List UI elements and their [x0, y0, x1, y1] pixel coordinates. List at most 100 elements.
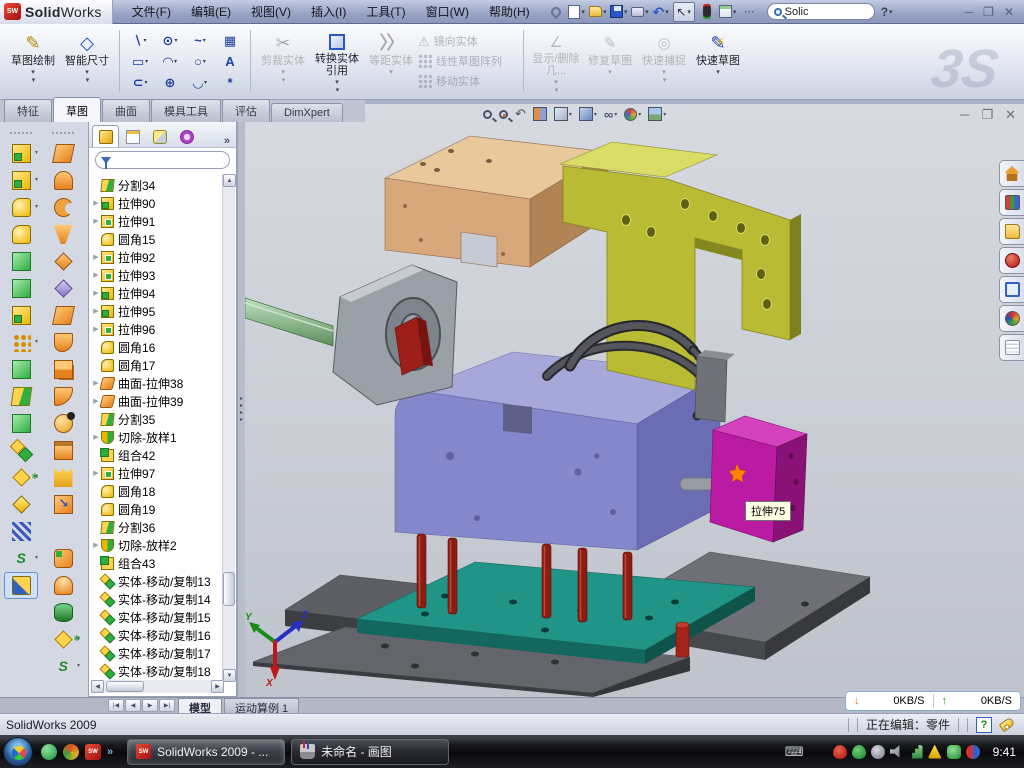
- menu-item[interactable]: 插入(I): [302, 0, 355, 23]
- tree-item[interactable]: ▶ 拉伸97: [91, 464, 223, 482]
- open-button[interactable]: [589, 3, 607, 21]
- print-button[interactable]: [631, 3, 649, 21]
- freeform-icon[interactable]: [46, 275, 80, 302]
- tag-icon[interactable]: [999, 717, 1016, 732]
- featuremanager-tree-tab[interactable]: [92, 125, 119, 147]
- solidworks-quicklaunch-icon[interactable]: SW: [85, 744, 101, 760]
- expand-arrow-icon[interactable]: ▶: [91, 541, 101, 549]
- extruded-cut-icon[interactable]: [4, 167, 38, 194]
- tree-item[interactable]: ▶ 切除-放样2: [91, 536, 223, 554]
- command-button[interactable]: ✂ 剪裁实体 ▾: [256, 28, 310, 94]
- next-tab-button[interactable]: ▶: [142, 699, 158, 712]
- view-orientation-button[interactable]: [554, 107, 572, 121]
- tree-item[interactable]: ▶ 拉伸96: [91, 320, 223, 338]
- command-button[interactable]: ⚠ 镜向实体: [418, 31, 518, 51]
- protection-tray-icon[interactable]: [852, 745, 866, 759]
- tree-item[interactable]: ▶ 拉伸91: [91, 212, 223, 230]
- update-tray-icon[interactable]: [871, 745, 885, 759]
- tree-item[interactable]: ▶ 组合42: [91, 446, 223, 464]
- tree-item[interactable]: ▶ 切除-放样1: [91, 428, 223, 446]
- quick-tips-button[interactable]: ?: [976, 717, 992, 733]
- scrollbar-thumb[interactable]: [223, 572, 235, 606]
- command-button[interactable]: ◎ 快速捕捉 ▾: [637, 28, 691, 94]
- tree-item[interactable]: ▶ 分割36: [91, 518, 223, 536]
- sketch-entity-button[interactable]: ⊕: [155, 72, 185, 93]
- curve-icon[interactable]: [4, 545, 38, 572]
- apply-scene-button[interactable]: [648, 107, 666, 121]
- revolved-surface-icon[interactable]: [46, 167, 80, 194]
- sketch-entity-button[interactable]: ▭: [125, 51, 155, 72]
- hole-wizard-icon[interactable]: [4, 302, 38, 329]
- display-style-button[interactable]: [579, 107, 597, 121]
- security-center-tray-icon[interactable]: [947, 745, 961, 759]
- tree-item[interactable]: ▶ 分割34: [91, 176, 223, 194]
- tree-item[interactable]: ▶ 拉伸93: [91, 266, 223, 284]
- minimize-button[interactable]: ─: [965, 6, 974, 18]
- dimxpert-manager-tab[interactable]: [173, 125, 200, 147]
- tree-item[interactable]: ▶ 分割35: [91, 410, 223, 428]
- sketch-entity-button[interactable]: ~: [185, 30, 215, 51]
- tree-horizontal-scrollbar[interactable]: ◀ ▶: [91, 680, 224, 693]
- draft-icon[interactable]: [4, 275, 38, 302]
- boundary-surface-icon[interactable]: [46, 221, 80, 248]
- design-library-tab[interactable]: [999, 189, 1024, 216]
- command-manager-tab[interactable]: 曲面: [102, 99, 150, 122]
- tree-item[interactable]: ▶ 实体-移动/复制17: [91, 644, 223, 662]
- menu-item[interactable]: 文件(F): [123, 0, 180, 23]
- menu-item[interactable]: 窗口(W): [417, 0, 478, 23]
- sketch-entity-button[interactable]: ◡: [185, 72, 215, 93]
- save-button[interactable]: [610, 3, 628, 21]
- command-manager-tab[interactable]: 草图: [53, 97, 101, 122]
- tree-item[interactable]: ▶ 拉伸94: [91, 284, 223, 302]
- tree-item[interactable]: ▶ 曲面-拉伸39: [91, 392, 223, 410]
- hide-show-items-button[interactable]: ∞: [604, 107, 617, 122]
- last-tab-button[interactable]: ▶|: [159, 699, 175, 712]
- start-button[interactable]: [3, 737, 33, 767]
- thicken-icon[interactable]: [46, 572, 80, 599]
- appearances-scenes-tab[interactable]: [999, 305, 1024, 332]
- search-box[interactable]: [767, 3, 875, 20]
- scroll-down-button[interactable]: ▼: [223, 669, 236, 682]
- extend-surface-icon[interactable]: [46, 491, 80, 518]
- tree-vertical-scrollbar[interactable]: ▲ ▼: [222, 174, 235, 682]
- ruled-surface-icon[interactable]: [46, 383, 80, 410]
- replace-face-icon[interactable]: [46, 437, 80, 464]
- tree-item[interactable]: ▶ 组合43: [91, 554, 223, 572]
- panel-splitter[interactable]: ▸▸▸▸: [237, 122, 245, 697]
- scrollbar-thumb[interactable]: [106, 681, 144, 692]
- options-button[interactable]: [719, 3, 737, 21]
- document-tab[interactable]: 运动算例 1: [224, 698, 299, 713]
- command-button[interactable]: ✎ 快速草图 ▾: [691, 28, 745, 94]
- quicklaunch-chevron-icon[interactable]: »: [107, 746, 113, 758]
- scroll-up-button[interactable]: ▲: [223, 174, 236, 187]
- planar-surface-icon[interactable]: [46, 302, 80, 329]
- new-document-button[interactable]: [568, 3, 586, 21]
- delete-face-icon[interactable]: [46, 410, 80, 437]
- first-tab-button[interactable]: |◀: [108, 699, 124, 712]
- command-button[interactable]: 移动实体: [418, 71, 518, 91]
- sketch-entity-button[interactable]: ⊂: [125, 72, 155, 93]
- menu-item[interactable]: 工具(T): [357, 0, 414, 23]
- trim-surface-icon[interactable]: [46, 518, 80, 545]
- radiate-surface-icon[interactable]: [46, 356, 80, 383]
- solidworks-resources-tab[interactable]: [999, 160, 1024, 187]
- expand-arrow-icon[interactable]: ▶: [91, 253, 101, 261]
- combine-icon[interactable]: [4, 410, 38, 437]
- sketch-entity-button[interactable]: *: [215, 72, 245, 93]
- expand-arrow-icon[interactable]: ▶: [91, 199, 101, 207]
- tree-item[interactable]: ▶ 圆角17: [91, 356, 223, 374]
- untrim-surface-icon[interactable]: [46, 464, 80, 491]
- tree-item[interactable]: ▶ 实体-移动/复制18: [91, 662, 223, 680]
- command-manager-tab[interactable]: DimXpert: [271, 103, 343, 122]
- more-commands-button[interactable]: ⋯: [740, 3, 758, 21]
- command-manager-tab[interactable]: 评估: [222, 99, 270, 122]
- extruded-boss-icon[interactable]: [4, 140, 38, 167]
- sketch-entity-button[interactable]: A: [215, 51, 245, 72]
- panel-chevron-icon[interactable]: »: [224, 135, 230, 147]
- reference-geometry-icon[interactable]: [4, 464, 38, 491]
- plane-icon[interactable]: [4, 491, 38, 518]
- tree-item[interactable]: ▶ 实体-移动/复制14: [91, 590, 223, 608]
- menu-item[interactable]: 编辑(E): [182, 0, 240, 23]
- tree-item[interactable]: ▶ 实体-移动/复制15: [91, 608, 223, 626]
- search-input[interactable]: [785, 6, 847, 18]
